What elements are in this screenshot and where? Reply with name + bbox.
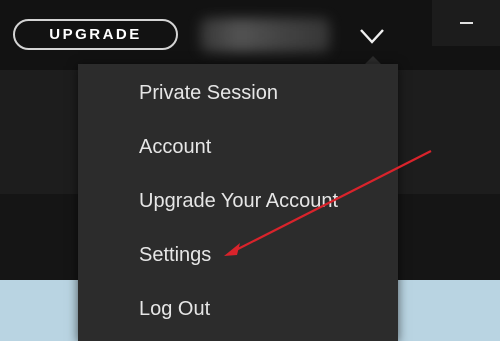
chevron-down-icon[interactable] [358,22,386,50]
upgrade-button[interactable]: UPGRADE [13,19,178,50]
menu-item-private-session[interactable]: Private Session [78,66,398,120]
minimize-icon[interactable] [460,22,473,24]
menu-item-account[interactable]: Account [78,120,398,174]
menu-item-upgrade-your-account[interactable]: Upgrade Your Account [78,174,398,228]
menu-item-log-out[interactable]: Log Out [78,282,398,336]
background-panel-right [398,280,500,341]
top-bar: UPGRADE [0,0,500,70]
menu-item-settings[interactable]: Settings [78,228,398,282]
username-redacted[interactable] [200,18,330,52]
profile-dropdown-menu: Private Session Account Upgrade Your Acc… [78,64,398,341]
background-panel-left [0,280,78,341]
